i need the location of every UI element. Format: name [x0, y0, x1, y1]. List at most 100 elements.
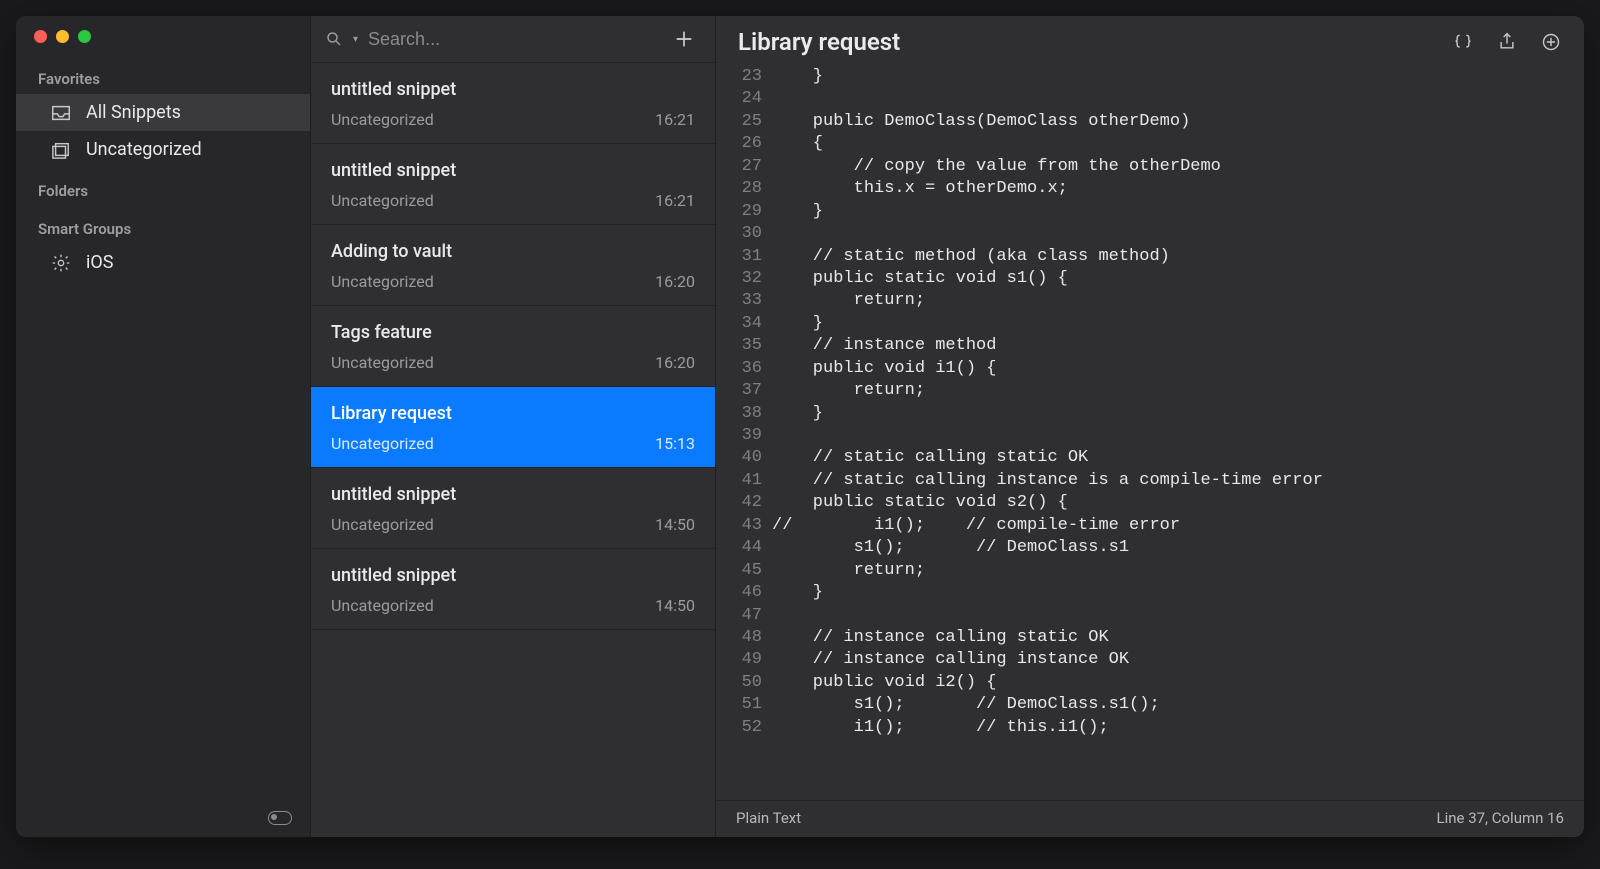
line-number: 27	[734, 156, 762, 178]
snippet-item[interactable]: untitled snippetUncategorized16:21	[311, 63, 715, 144]
line-number: 35	[734, 335, 762, 357]
snippet-item-title: Tags feature	[331, 322, 695, 343]
code-line[interactable]: // i1(); // compile-time error	[772, 515, 1323, 537]
code-line[interactable]: return;	[772, 380, 1323, 402]
gear-icon	[50, 253, 72, 273]
search-input[interactable]	[368, 29, 661, 50]
close-window-button[interactable]	[34, 30, 47, 43]
code-line[interactable]: public static void s2() {	[772, 492, 1323, 514]
code-line[interactable]: public static void s1() {	[772, 268, 1323, 290]
snippet-item-category: Uncategorized	[331, 272, 434, 291]
code-line[interactable]: }	[772, 66, 1323, 88]
code-line[interactable]: i1(); // this.i1();	[772, 717, 1323, 739]
snippet-item-time: 16:21	[655, 110, 695, 129]
line-number: 29	[734, 201, 762, 223]
snippet-item[interactable]: Library requestUncategorized15:13	[311, 387, 715, 468]
minimize-window-button[interactable]	[56, 30, 69, 43]
line-number: 31	[734, 246, 762, 268]
snippet-item[interactable]: Tags featureUncategorized16:20	[311, 306, 715, 387]
snippet-item-category: Uncategorized	[331, 596, 434, 615]
code-line[interactable]: }	[772, 313, 1323, 335]
sidebar-item-label: All Snippets	[86, 102, 181, 123]
tray-icon	[50, 103, 72, 123]
line-number: 37	[734, 380, 762, 402]
snippet-item[interactable]: untitled snippetUncategorized16:21	[311, 144, 715, 225]
line-number: 44	[734, 537, 762, 559]
snippet-item-category: Uncategorized	[331, 110, 434, 129]
snippet-item-category: Uncategorized	[331, 515, 434, 534]
code-line[interactable]	[772, 223, 1323, 245]
snippet-item-title: untitled snippet	[331, 565, 695, 586]
editor-header: Library request	[716, 16, 1584, 66]
code-line[interactable]: {	[772, 133, 1323, 155]
braces-icon[interactable]	[1452, 31, 1474, 53]
sidebar-item-all-snippets[interactable]: All Snippets	[16, 94, 310, 131]
line-number: 26	[734, 133, 762, 155]
zoom-window-button[interactable]	[78, 30, 91, 43]
snippet-item[interactable]: untitled snippetUncategorized14:50	[311, 468, 715, 549]
code-line[interactable]: s1(); // DemoClass.s1	[772, 537, 1323, 559]
code-line[interactable]: // instance calling static OK	[772, 627, 1323, 649]
stack-icon	[50, 140, 72, 160]
code-line[interactable]	[772, 425, 1323, 447]
code-line[interactable]: public void i1() {	[772, 358, 1323, 380]
code-line[interactable]	[772, 605, 1323, 627]
line-number: 49	[734, 649, 762, 671]
sidebar: Favorites All Snippets Uncategorized Fol…	[16, 16, 311, 837]
snippet-list[interactable]: untitled snippet Uncategorized 16:21 untitl…	[311, 63, 715, 837]
code-line[interactable]: }	[772, 582, 1323, 604]
favorites-section-label: Favorites	[16, 56, 310, 94]
line-number: 48	[734, 627, 762, 649]
line-number: 50	[734, 672, 762, 694]
code-line[interactable]: // static method (aka class method)	[772, 246, 1323, 268]
folders-section-label: Folders	[16, 168, 310, 206]
snippet-item-category: Uncategorized	[331, 191, 434, 210]
snippet-item-time: 14:50	[655, 596, 695, 615]
share-icon[interactable]	[1496, 31, 1518, 53]
sidebar-item-label: Uncategorized	[86, 139, 202, 160]
snippet-item[interactable]: Adding to vaultUncategorized16:20	[311, 225, 715, 306]
code-line[interactable]: return;	[772, 290, 1323, 312]
plus-circle-icon[interactable]	[1540, 31, 1562, 53]
code-line[interactable]: public void i2() {	[772, 672, 1323, 694]
window-controls	[16, 16, 310, 56]
code-line[interactable]: // instance calling instance OK	[772, 649, 1323, 671]
line-number: 23	[734, 66, 762, 88]
snippet-item-title: untitled snippet	[331, 160, 695, 181]
line-number: 45	[734, 560, 762, 582]
language-mode[interactable]: Plain Text	[736, 809, 801, 827]
line-number: 46	[734, 582, 762, 604]
code-editor[interactable]: 2324252627282930313233343536373839404142…	[716, 66, 1584, 800]
line-number: 30	[734, 223, 762, 245]
line-number: 43	[734, 515, 762, 537]
chevron-down-icon[interactable]: ▾	[353, 34, 358, 45]
line-number: 34	[734, 313, 762, 335]
code-line[interactable]: return;	[772, 560, 1323, 582]
code-line[interactable]: public DemoClass(DemoClass otherDemo)	[772, 111, 1323, 133]
line-number: 25	[734, 111, 762, 133]
sidebar-item-ios[interactable]: iOS	[16, 244, 310, 281]
line-number: 40	[734, 447, 762, 469]
line-number: 52	[734, 717, 762, 739]
line-number: 24	[734, 88, 762, 110]
code-line[interactable]: this.x = otherDemo.x;	[772, 178, 1323, 200]
line-number: 39	[734, 425, 762, 447]
code-line[interactable]	[772, 88, 1323, 110]
code-line[interactable]: s1(); // DemoClass.s1();	[772, 694, 1323, 716]
code-line[interactable]: }	[772, 201, 1323, 223]
code-line[interactable]: }	[772, 403, 1323, 425]
code-line[interactable]: // static calling instance is a compile-…	[772, 470, 1323, 492]
add-snippet-button[interactable]	[671, 26, 697, 52]
code-line[interactable]: // copy the value from the otherDemo	[772, 156, 1323, 178]
code-line[interactable]: // instance method	[772, 335, 1323, 357]
sidebar-item-uncategorized[interactable]: Uncategorized	[16, 131, 310, 168]
cursor-position: Line 37, Column 16	[1437, 809, 1564, 827]
snippet-item[interactable]: untitled snippet Uncategorized 14:50	[311, 549, 715, 630]
status-bar: Plain Text Line 37, Column 16	[716, 800, 1584, 837]
snippet-list-column: ▾ untitled snippetUncategorized16:21unti…	[311, 16, 716, 837]
app-window: Favorites All Snippets Uncategorized Fol…	[16, 16, 1584, 837]
snippet-title[interactable]: Library request	[738, 28, 900, 56]
sidebar-toggle[interactable]	[268, 811, 292, 825]
code-line[interactable]: // static calling static OK	[772, 447, 1323, 469]
snippet-item-time: 14:50	[655, 515, 695, 534]
